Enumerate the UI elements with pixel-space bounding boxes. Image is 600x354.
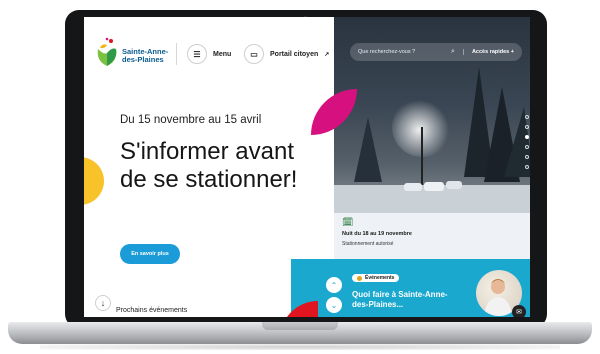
portail-label: Portail citoyen [270,50,319,58]
header-divider [176,43,177,65]
menu-icon: ☰ [187,44,207,64]
menu-label: Menu [213,50,232,58]
search-bar[interactable]: Que recherchez-vous ? ⌕ Accès rapides + [350,43,522,61]
quick-access-label: Accès rapides [471,49,510,55]
brand-name[interactable]: Sainte-Anne- des-Plaines [122,48,168,64]
event-title: Stationnement autorisé [342,241,394,247]
badge-dot [357,275,362,281]
badge-label: Événements [365,275,395,281]
hero-date: Du 15 novembre au 15 avril [120,114,262,126]
chat-icon[interactable]: ✉ [512,305,526,317]
laptop-shadow [40,344,560,350]
carousel-dot[interactable] [525,115,529,119]
menu-button[interactable]: ☰ Menu [187,44,231,64]
learn-more-button[interactable]: En savoir plus [120,244,180,264]
external-link-icon: ↗ [324,51,330,58]
quick-access-button[interactable]: Accès rapides + [462,49,514,55]
carousel-dot[interactable] [525,125,529,129]
chevron-up-icon[interactable]: ⌃ [326,277,342,293]
hero-title: S'informer avant de se stationner! [120,138,298,193]
plus-icon: + [510,49,514,55]
events-badge: Événements [352,274,400,282]
id-card-icon: ▭ [244,44,264,64]
carousel-dot[interactable] [525,155,529,159]
decorative-yellow-shape [84,157,104,205]
arrow-down-icon[interactable]: ↓ [95,295,111,311]
carousel-dots [525,115,529,169]
city-logo[interactable] [92,35,122,69]
website-screen: Sainte-Anne- des-Plaines ☰ Menu ▭ Portai… [84,17,530,317]
carousel-dot[interactable] [525,145,529,149]
carousel-dot-active[interactable] [525,135,529,139]
event-date: Nuit du 18 au 19 novembre [342,231,412,237]
search-input[interactable]: Que recherchez-vous ? [358,49,451,55]
search-icon[interactable]: ⌕ [451,48,455,56]
carousel-dot[interactable] [525,165,529,169]
calendar-icon: 🗓 [342,217,354,227]
chevron-down-icon[interactable]: ⌄ [326,297,342,313]
events-title[interactable]: Quoi faire à Sainte-Anne-des-Plaines... [352,290,462,310]
event-card[interactable]: 🗓 Nuit du 18 au 19 novembre Stationnemen… [334,213,530,259]
next-events-label[interactable]: Prochains événements [116,307,187,314]
portail-citoyen-link[interactable]: ▭ Portail citoyen ↗ [244,44,329,64]
laptop-notch [262,322,338,330]
